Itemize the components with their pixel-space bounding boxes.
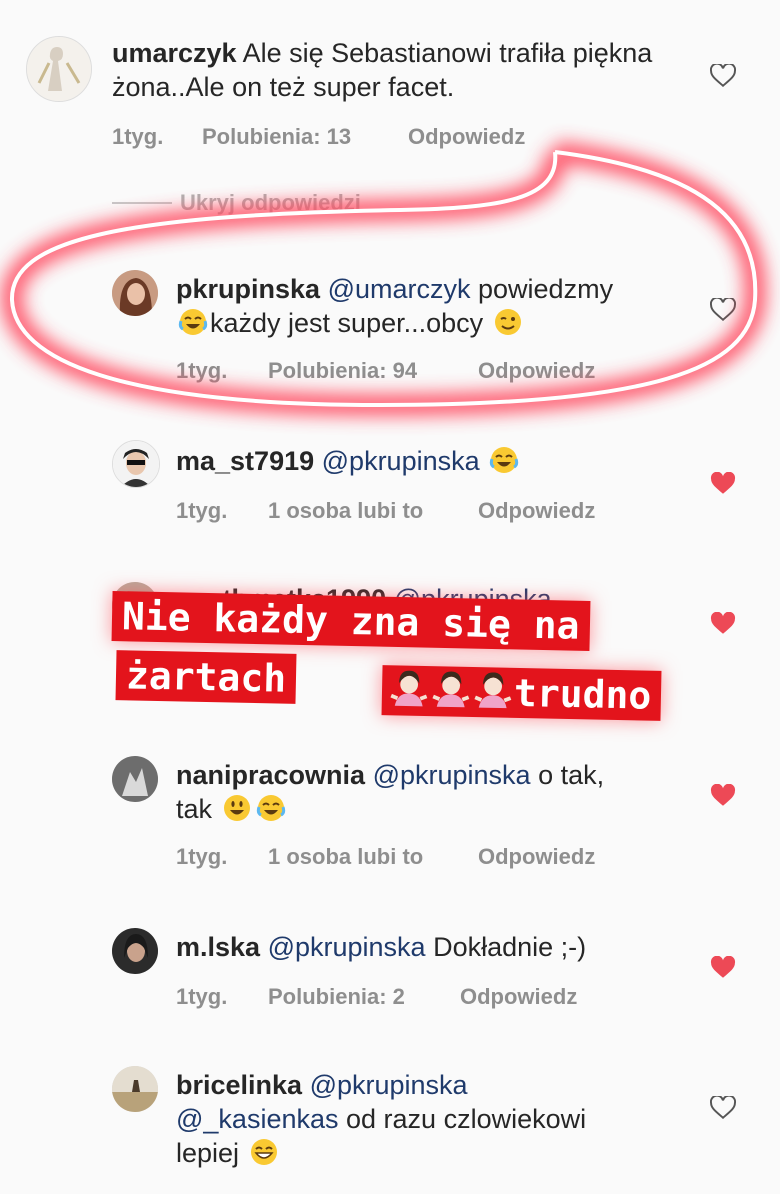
- woman-shrugging-emoji-icon: [474, 672, 512, 709]
- comment-body-part1: od razu czlowiekowi: [346, 1104, 587, 1134]
- likes-count[interactable]: Polubienia: 2: [268, 984, 405, 1010]
- woman-shrugging-emoji-icon: [432, 671, 470, 708]
- username[interactable]: nanipracownia: [176, 760, 365, 790]
- overlay-text-line2b: trudno: [513, 670, 652, 718]
- mention-link[interactable]: @pkrupinska: [322, 446, 480, 476]
- overlay-banner-line2b: trudno: [381, 665, 662, 721]
- timestamp: 1tyg.: [176, 844, 228, 869]
- heart-filled-icon[interactable]: [710, 956, 736, 980]
- timestamp: 1tyg.: [176, 984, 228, 1009]
- username[interactable]: bricelinka: [176, 1070, 302, 1100]
- timestamp: 1tyg.: [176, 498, 228, 523]
- comment-text: m.lska @pkrupinska Dokładnie ;-): [176, 930, 696, 964]
- avatar[interactable]: [112, 1066, 158, 1112]
- reply-button[interactable]: Odpowiedz: [460, 984, 577, 1010]
- overlay-banner-line1: Nie każdy zna się na: [111, 591, 591, 651]
- heart-filled-icon[interactable]: [710, 612, 736, 636]
- overlay-text-line1: Nie każdy zna się na: [121, 594, 580, 648]
- username[interactable]: m.lska: [176, 932, 260, 962]
- avatar[interactable]: [112, 756, 158, 802]
- likes-count[interactable]: 1 osoba lubi to: [268, 844, 423, 870]
- comment-text: nanipracownia @pkrupinska o tak, tak: [176, 758, 696, 826]
- avatar[interactable]: [112, 928, 158, 974]
- username[interactable]: ma_st7919: [176, 446, 314, 476]
- avatar[interactable]: [112, 440, 160, 488]
- mention-link[interactable]: @pkrupinska: [373, 760, 531, 790]
- mention-link[interactable]: @_kasienkas: [176, 1104, 339, 1134]
- likes-count[interactable]: 1 osoba lubi to: [268, 498, 423, 524]
- highlight-circle: [0, 141, 767, 417]
- comment-body-part1: o tak,: [538, 760, 605, 790]
- comment-body: Dokładnie ;-): [433, 932, 587, 962]
- heart-filled-icon[interactable]: [710, 784, 736, 808]
- overlay-text-line2a: żartach: [125, 653, 287, 701]
- comment-text: bricelinka @pkrupinska @_kasienkas od ra…: [176, 1068, 696, 1170]
- reply-button[interactable]: Odpowiedz: [478, 498, 595, 524]
- overlay-banner-line2a: żartach: [115, 650, 297, 704]
- woman-shrugging-emoji-icon: [390, 670, 428, 707]
- comment-body-part2: lepiej: [176, 1138, 240, 1168]
- grinning-emoji-icon: [250, 1139, 277, 1165]
- smiley-emoji-icon: [223, 795, 250, 821]
- heart-filled-icon[interactable]: [710, 472, 736, 496]
- mention-link[interactable]: @pkrupinska: [310, 1070, 468, 1100]
- tears-of-joy-emoji-icon: [489, 447, 519, 473]
- tears-of-joy-emoji-icon: [256, 795, 285, 821]
- comment-text: ma_st7919 @pkrupinska: [176, 444, 696, 478]
- mention-link[interactable]: @pkrupinska: [268, 932, 426, 962]
- reply-button[interactable]: Odpowiedz: [478, 844, 595, 870]
- heart-outline-icon[interactable]: [710, 1096, 736, 1120]
- comment-body-part2: tak: [176, 794, 213, 824]
